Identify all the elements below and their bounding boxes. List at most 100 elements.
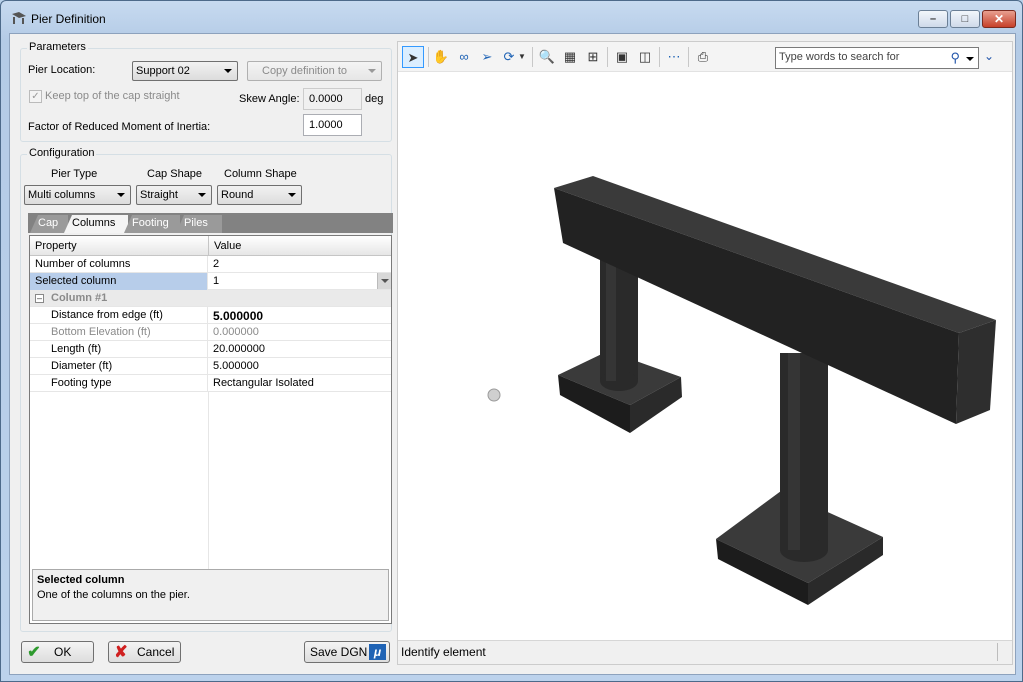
viewer-status-bar: Identify element — [398, 640, 1012, 664]
walk-icon[interactable]: ∞ — [453, 46, 475, 68]
inertia-factor-value: 1.0000 — [309, 119, 343, 131]
cap-shape-label: Cap Shape — [147, 168, 203, 180]
tab-cap[interactable]: Cap — [30, 215, 68, 233]
pier-definition-window: Pier Definition – □ ✕ Parameters Pier Lo… — [0, 0, 1023, 682]
pan-hand-icon[interactable]: ✋ — [430, 46, 452, 68]
description-text: One of the columns on the pier. — [37, 589, 190, 601]
pier-type-value: Multi columns — [28, 189, 96, 201]
grid-row-selected-column[interactable]: Selected column 1 — [30, 273, 391, 290]
inertia-factor-field[interactable]: 1.0000 — [303, 114, 362, 136]
maximize-icon: □ — [961, 13, 969, 25]
value-column-header[interactable]: Value — [209, 236, 393, 256]
property-value[interactable]: 5.000000 — [209, 358, 391, 375]
column-shape-combo[interactable]: Round — [217, 185, 302, 205]
camera-icon[interactable]: ◫ — [634, 46, 656, 68]
toolbar-separator — [607, 47, 608, 67]
grid-row-footing-type[interactable]: Footing type Rectangular Isolated — [30, 375, 391, 392]
toolbar-separator — [532, 47, 533, 67]
zoom-window-icon[interactable]: ▦ — [559, 46, 581, 68]
view-icon[interactable]: ▣ — [611, 46, 633, 68]
pier-location-value: Support 02 — [136, 65, 190, 77]
tab-columns[interactable]: Columns — [64, 215, 128, 233]
toolbar-separator — [659, 47, 660, 67]
property-name: Number of columns — [30, 256, 208, 273]
keep-top-checkbox[interactable]: ✓ — [29, 90, 42, 103]
measure-icon[interactable]: ⋯ — [663, 46, 685, 68]
copy-definition-label: Copy definition to — [262, 65, 347, 77]
tab-piles[interactable]: Piles — [176, 215, 222, 233]
window-title: Pier Definition — [31, 12, 106, 26]
inertia-factor-label: Factor of Reduced Moment of Inertia: — [28, 121, 211, 133]
maximize-button[interactable]: □ — [950, 10, 980, 28]
grid-row-diameter[interactable]: Diameter (ft) 5.000000 — [30, 358, 391, 375]
rotation-center-marker[interactable] — [487, 388, 501, 402]
ok-button[interactable]: ✔ OK — [21, 641, 94, 663]
description-panel: Selected column One of the columns on th… — [32, 569, 389, 621]
toolbar-separator — [688, 47, 689, 67]
keep-top-label: Keep top of the cap straight — [45, 90, 180, 102]
search-placeholder: Type words to search for — [779, 51, 900, 63]
tab-footing[interactable]: Footing — [124, 215, 180, 233]
category-name: Column #1 — [51, 292, 108, 304]
property-column-header[interactable]: Property — [30, 236, 209, 256]
model-canvas[interactable] — [398, 73, 1012, 639]
pier-location-label: Pier Location: — [28, 64, 96, 76]
dropdown-button[interactable] — [377, 273, 391, 289]
status-text: Identify element — [401, 645, 486, 659]
property-name: Bottom Elevation (ft) — [30, 324, 208, 341]
grid-category-column-1[interactable]: – Column #1 — [30, 290, 391, 307]
viewer-toolbar: ➤ ✋ ∞ ➢ ⟳ ▼ 🔍 ▦ ⊞ ▣ ◫ ⋯ ⎙ Type words to — [398, 42, 1012, 72]
grid-row-number-of-columns[interactable]: Number of columns 2 — [30, 256, 391, 273]
property-value[interactable]: 1 — [209, 273, 391, 290]
property-value[interactable]: 20.000000 — [209, 341, 391, 358]
column-shape-label: Column Shape — [224, 168, 297, 180]
definition-tabstrip: Cap Columns Footing Piles — [28, 213, 393, 233]
checkmark-icon: ✔ — [27, 644, 41, 661]
save-dgn-button[interactable]: Save DGN μ — [304, 641, 390, 663]
property-value[interactable]: Rectangular Isolated — [209, 375, 391, 392]
fit-view-icon[interactable]: ⊞ — [582, 46, 604, 68]
chevron-down-icon — [117, 193, 125, 197]
status-separator — [997, 643, 998, 661]
property-value[interactable]: 5.000000 — [209, 307, 391, 324]
grid-row-distance-from-edge[interactable]: Distance from edge (ft) 5.000000 — [30, 307, 391, 324]
rotate-dropdown-icon[interactable]: ▼ — [516, 46, 528, 68]
skew-unit-label: deg — [365, 93, 384, 105]
grid-row-bottom-elevation[interactable]: Bottom Elevation (ft) 0.000000 — [30, 324, 391, 341]
print-icon[interactable]: ⎙ — [692, 46, 714, 68]
zoom-icon[interactable]: 🔍 — [536, 46, 558, 68]
property-grid: Property Value Number of columns 2 Selec… — [29, 235, 392, 624]
pier-app-icon — [12, 12, 26, 24]
right-column[interactable] — [780, 353, 828, 562]
chevron-down-icon[interactable] — [966, 57, 974, 61]
skew-angle-label: Skew Angle: — [239, 93, 300, 105]
minimize-button[interactable]: – — [918, 10, 948, 28]
dialog-client-area: Parameters Pier Location: Support 02 Cop… — [9, 33, 1016, 675]
property-name: Distance from edge (ft) — [30, 307, 208, 324]
skew-angle-value: 0.0000 — [309, 93, 343, 105]
grid-header: Property Value — [30, 236, 391, 256]
fly-icon[interactable]: ➢ — [476, 46, 498, 68]
grid-divider — [208, 392, 209, 569]
pier-location-combo[interactable]: Support 02 — [132, 61, 238, 81]
property-value[interactable]: 2 — [209, 256, 391, 273]
chevron-down-icon — [224, 69, 232, 73]
search-input[interactable]: Type words to search for ⚲ — [775, 47, 979, 69]
close-icon: ✕ — [993, 12, 1005, 26]
grid-row-length[interactable]: Length (ft) 20.000000 — [30, 341, 391, 358]
skew-angle-field[interactable]: 0.0000 — [303, 88, 362, 110]
pier-type-combo[interactable]: Multi columns — [24, 185, 131, 205]
close-button[interactable]: ✕ — [982, 10, 1016, 28]
select-arrow-icon[interactable]: ➤ — [402, 46, 424, 68]
double-chevron-down-icon[interactable]: ⌄ — [984, 49, 994, 63]
property-name: Diameter (ft) — [30, 358, 208, 375]
column-shape-value: Round — [221, 189, 254, 201]
cap-shape-combo[interactable]: Straight — [136, 185, 212, 205]
chevron-down-icon — [288, 193, 296, 197]
minimize-icon: – — [929, 13, 937, 25]
property-name: Selected column — [30, 273, 208, 290]
copy-definition-button[interactable]: Copy definition to — [247, 61, 382, 81]
cancel-button[interactable]: ✘ Cancel — [108, 641, 181, 663]
microstation-icon: μ — [369, 644, 386, 660]
search-icon[interactable]: ⚲ — [950, 50, 960, 66]
